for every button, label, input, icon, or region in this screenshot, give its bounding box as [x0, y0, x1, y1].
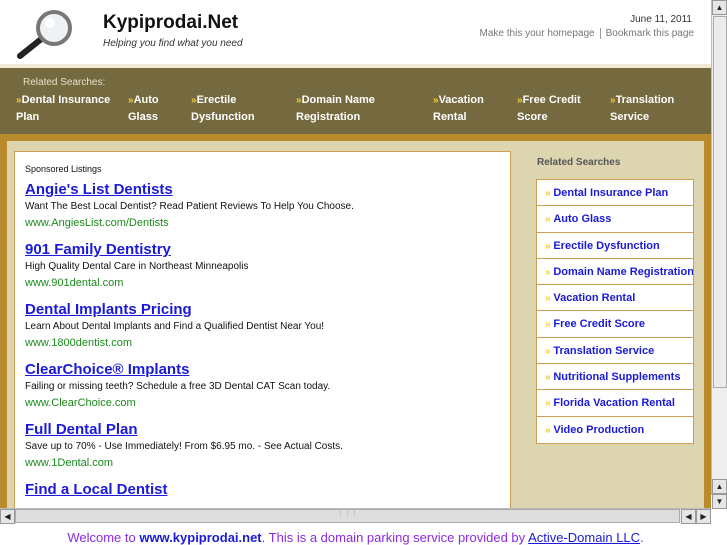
sidebar-title: Related Searches — [537, 157, 621, 168]
scroll-right-button[interactable]: ▶ — [696, 509, 711, 524]
footer-text: . — [640, 530, 644, 545]
listing-title-link[interactable]: 901 Family Dentistry — [25, 240, 500, 259]
divider — [0, 134, 711, 141]
nav-link[interactable]: »Translation Service — [610, 92, 690, 125]
listing-description: Learn About Dental Implants and Find a Q… — [25, 321, 325, 332]
sidebar-link[interactable]: » Dental Insurance Plan — [537, 180, 693, 207]
vertical-scrollbar[interactable]: ▲ ▲ ▼ — [711, 0, 727, 509]
sidebar-link[interactable]: » Translation Service — [537, 338, 693, 365]
make-homepage-link[interactable]: Make this your homepage — [475, 28, 600, 39]
provider-link[interactable]: Active-Domain LLC — [528, 530, 640, 545]
nav-link-label: Domain Name Registration — [296, 94, 375, 123]
site-title: Kypiprodai.Net — [103, 12, 239, 33]
content-area: Sponsored Listings Angie's List Dentists… — [0, 141, 711, 511]
footer: Welcome to www.kypiprodai.net. This is a… — [0, 530, 711, 545]
sidebar-link[interactable]: » Domain Name Registration — [537, 259, 693, 286]
nav-link-label: Vacation Rental — [433, 94, 484, 123]
related-searches-label: Related Searches: — [23, 77, 106, 88]
listing-title-link[interactable]: Dental Implants Pricing — [25, 300, 500, 319]
sidebar-link[interactable]: » Auto Glass — [537, 206, 693, 233]
sidebar-link-label: Nutritional Supplements — [553, 371, 681, 384]
sidebar-link[interactable]: » Nutritional Supplements — [537, 364, 693, 391]
nav-link-label: Dental Insurance Plan — [16, 94, 111, 123]
sidebar-link[interactable]: » Vacation Rental — [537, 285, 693, 312]
sidebar-link-label: Domain Name Registration — [553, 265, 693, 278]
footer-text: . This is a domain parking service provi… — [261, 530, 529, 545]
related-searches-bar: Related Searches: »Dental Insurance Plan… — [0, 68, 711, 134]
bookmark-link[interactable]: Bookmark this page — [599, 28, 699, 39]
listing: ClearChoice® Implants Failing or missing … — [25, 360, 500, 412]
scroll-left-button[interactable]: ◀ — [681, 509, 696, 524]
date: June 11, 2011 — [630, 14, 692, 25]
scroll-thumb[interactable] — [713, 16, 727, 388]
scroll-up-button[interactable]: ▲ — [712, 479, 727, 494]
sidebar-link[interactable]: » Video Production — [537, 417, 693, 443]
listing-url[interactable]: www.1Dental.com — [25, 455, 500, 472]
listing: Angie's List Dentists Want The Best Local… — [25, 180, 500, 232]
listing-title-link[interactable]: Find a Local Dentist — [25, 480, 500, 499]
sidebar-link-label: Free Credit Score — [553, 318, 646, 331]
sidebar-link[interactable]: » Free Credit Score — [537, 311, 693, 338]
horizontal-scrollbar[interactable]: ◀ ⋮⋮⋮ ◀ ▶ — [0, 508, 711, 524]
tagline: Helping you find what you need — [103, 38, 243, 49]
listing-title-link[interactable]: Full Dental Plan — [25, 420, 500, 439]
listing: 901 Family Dentistry High Quality Dental … — [25, 240, 500, 292]
sponsored-listings: Sponsored Listings Angie's List Dentists… — [14, 151, 511, 511]
nav-link-label: Translation Service — [610, 94, 675, 123]
nav-link[interactable]: »Vacation Rental — [433, 92, 503, 125]
sidebar: Related Searches » Dental Insurance Plan… — [518, 141, 704, 508]
listing-url[interactable]: www.1800dentist.com — [25, 335, 500, 352]
sidebar-link-label: Video Production — [553, 423, 645, 436]
footer-text: Welcome to — [67, 530, 140, 545]
listing-description: Want The Best Local Dentist? Read Patien… — [25, 201, 354, 212]
nav-link-label: Erectile Dysfunction — [191, 94, 255, 123]
listing-url[interactable]: www.901dental.com — [25, 275, 500, 292]
header: Kypiprodai.Net Helping you find what you… — [0, 0, 711, 64]
sidebar-link-label: Dental Insurance Plan — [553, 187, 669, 199]
magnifier-logo-icon — [17, 10, 72, 59]
sidebar-link-label: Erectile Dysfunction — [553, 239, 660, 252]
sidebar-link-label: Florida Vacation Rental — [553, 397, 675, 410]
scroll-down-button[interactable]: ▼ — [712, 494, 727, 509]
nav-link[interactable]: »Domain Name Registration — [296, 92, 396, 125]
listing-description: High Quality Dental Care in Northeast Mi… — [25, 261, 249, 272]
scroll-left-button[interactable]: ◀ — [0, 509, 15, 524]
sidebar-link-label: Translation Service — [553, 344, 655, 357]
scroll-thumb[interactable]: ⋮⋮⋮ — [15, 509, 680, 523]
listing-url[interactable]: www.ClearChoice.com — [25, 395, 500, 412]
sidebar-link-label: Auto Glass — [553, 213, 612, 226]
listing: Full Dental Plan Save up to 70% - Use Imm… — [25, 420, 500, 472]
sidebar-link-label: Vacation Rental — [553, 292, 636, 305]
nav-link-label: Auto Glass — [128, 94, 159, 123]
listing: Dental Implants Pricing Learn About Denta… — [25, 300, 500, 352]
listing-url[interactable]: www.AngiesList.com/Dentists — [25, 215, 500, 232]
listing-description: Failing or missing teeth? Schedule a fre… — [25, 381, 331, 392]
sidebar-list: » Dental Insurance Plan» Auto Glass» Ere… — [536, 179, 694, 444]
nav-link[interactable]: »Dental Insurance Plan — [16, 92, 121, 125]
nav-link[interactable]: »Free Credit Score — [517, 92, 597, 125]
sidebar-link[interactable]: » Erectile Dysfunction — [537, 233, 693, 259]
nav-link-label: Free Credit Score — [517, 94, 581, 123]
listing: Find a Local Dentist — [25, 480, 500, 499]
nav-link[interactable]: »Erectile Dysfunction — [191, 92, 271, 125]
sponsored-label: Sponsored Listings — [25, 164, 102, 174]
listing-title-link[interactable]: Angie's List Dentists — [25, 180, 500, 199]
listing-description: Save up to 70% - Use Immediately! From $… — [25, 441, 343, 452]
footer-domain: www.kypiprodai.net — [139, 530, 262, 545]
sidebar-link[interactable]: » Florida Vacation Rental — [537, 390, 693, 417]
listing-title-link[interactable]: ClearChoice® Implants — [25, 360, 500, 379]
scroll-up-button[interactable]: ▲ — [712, 0, 727, 15]
nav-link[interactable]: »Auto Glass — [128, 92, 183, 125]
